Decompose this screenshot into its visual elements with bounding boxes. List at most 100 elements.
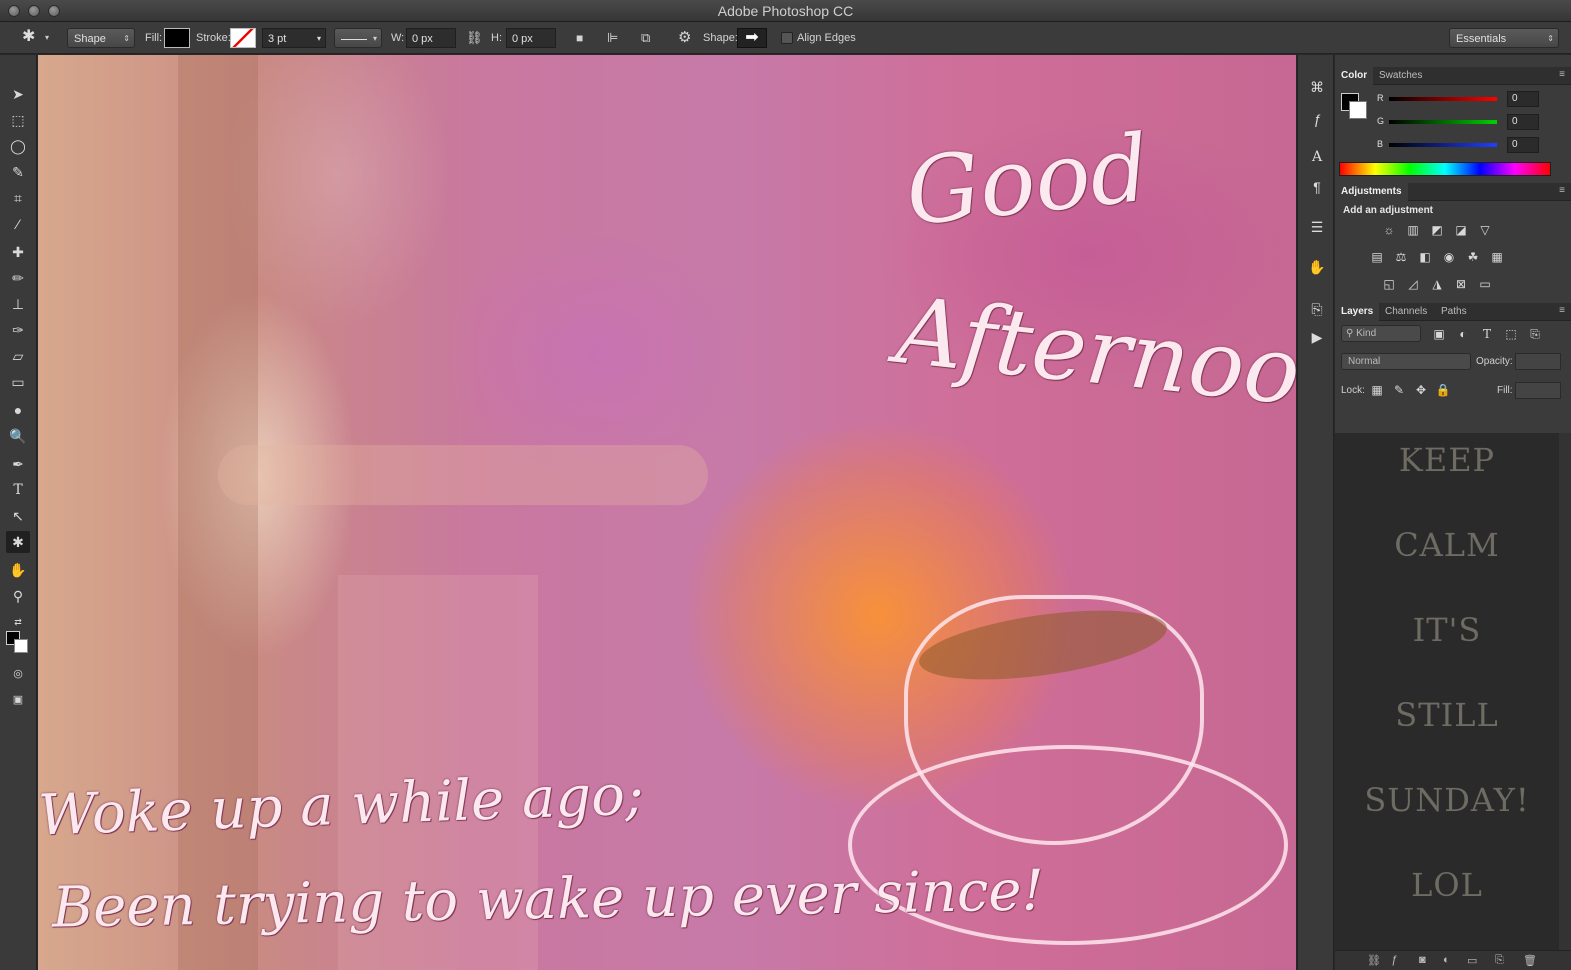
blend-mode-select[interactable]: Normal	[1341, 353, 1471, 370]
photo-filter-icon[interactable]: ◉	[1441, 250, 1457, 264]
width-field[interactable]: 0 px	[406, 28, 456, 48]
add-mask-icon[interactable]: ◙	[1419, 954, 1426, 966]
hand-tool-icon[interactable]: ✋	[6, 559, 30, 581]
blue-value-field[interactable]: 0	[1507, 137, 1539, 153]
clone-stamp-tool-icon[interactable]: ⊥	[6, 293, 30, 315]
selective-color-icon[interactable]: ⊠	[1453, 277, 1469, 291]
history-panel-icon[interactable]: ⌘	[1306, 77, 1328, 97]
posterize-icon[interactable]: ◿	[1405, 277, 1421, 291]
fill-field[interactable]	[1515, 382, 1561, 399]
fx-styles-icon[interactable]: ƒ	[1306, 109, 1328, 129]
actions-play-icon[interactable]: ▶	[1306, 327, 1328, 347]
opacity-field[interactable]	[1515, 353, 1561, 370]
pen-tool-icon[interactable]: ✒	[6, 453, 30, 475]
type-tool-icon[interactable]: T	[6, 479, 30, 501]
channel-mixer-icon[interactable]: ☘	[1465, 250, 1481, 264]
fill-swatch[interactable]	[164, 28, 190, 48]
new-adjustment-icon[interactable]: ◐	[1443, 954, 1450, 966]
background-color-swatch[interactable]	[14, 639, 28, 653]
tab-paths[interactable]: Paths	[1435, 303, 1473, 321]
exposure-icon[interactable]: ◪	[1453, 223, 1469, 237]
quick-select-tool-icon[interactable]: ✎	[6, 161, 30, 183]
layers-list[interactable]: KEEP CALM IT'S STILL SUNDAY! LOL	[1335, 433, 1559, 950]
tab-layers[interactable]: Layers	[1335, 303, 1380, 321]
blue-slider[interactable]	[1389, 143, 1497, 147]
green-slider[interactable]	[1389, 120, 1497, 124]
color-lookup-icon[interactable]: ▦	[1489, 250, 1505, 264]
brightness-contrast-icon[interactable]: ☼	[1381, 223, 1397, 237]
align-edges-checkbox[interactable]	[781, 32, 793, 44]
healing-brush-tool-icon[interactable]: ✚	[6, 241, 30, 263]
invert-icon[interactable]: ◱	[1381, 277, 1397, 291]
eraser-tool-icon[interactable]: ▱	[6, 345, 30, 367]
eyedropper-tool-icon[interactable]: ⁄	[6, 213, 30, 235]
levels-icon[interactable]: ▥	[1405, 223, 1421, 237]
fx-icon[interactable]: ƒ	[1391, 954, 1397, 966]
clone-source-icon[interactable]: ⎘	[1306, 299, 1328, 319]
blur-tool-icon[interactable]: ●	[6, 399, 30, 421]
screen-mode-icon[interactable]: ▣	[6, 689, 30, 711]
gear-icon[interactable]: ⚙	[678, 28, 691, 48]
move-tool-icon[interactable]: ➤	[6, 83, 30, 105]
lock-position-icon[interactable]: ✥	[1413, 383, 1429, 397]
new-group-icon[interactable]: ▭	[1467, 954, 1477, 967]
paragraph-panel-icon[interactable]: ¶	[1306, 177, 1328, 197]
stroke-type-select[interactable]: ▾	[334, 28, 382, 48]
layers-scrollbar[interactable]	[1559, 433, 1571, 950]
lock-transparent-icon[interactable]: ▦	[1369, 383, 1385, 397]
hue-saturation-icon[interactable]: ▤	[1369, 250, 1385, 264]
zoom-tool-icon[interactable]: ⚲	[6, 585, 30, 607]
path-arrangement-icon[interactable]: ⧉	[641, 28, 650, 48]
filter-pixel-icon[interactable]: ▣	[1431, 327, 1447, 341]
red-slider[interactable]	[1389, 97, 1497, 101]
gradient-map-icon[interactable]: ▭	[1477, 277, 1493, 291]
panel-menu-icon[interactable]: ≡	[1559, 305, 1565, 316]
color-spectrum-bar[interactable]	[1339, 162, 1551, 176]
new-layer-icon[interactable]: ⎘	[1495, 954, 1504, 967]
filter-smart-object-icon[interactable]: ⎘	[1527, 327, 1543, 341]
green-value-field[interactable]: 0	[1507, 114, 1539, 130]
gradient-tool-icon[interactable]: ▭	[6, 371, 30, 393]
panel-menu-icon[interactable]: ≡	[1559, 69, 1565, 80]
panel-menu-icon[interactable]: ≡	[1559, 185, 1565, 196]
tab-swatches[interactable]: Swatches	[1373, 67, 1428, 85]
quick-mask-icon[interactable]: ◎	[6, 663, 30, 685]
custom-shape-tool-icon[interactable]: ✱	[6, 531, 30, 553]
color-background-swatch[interactable]	[1349, 101, 1367, 119]
curves-icon[interactable]: ◩	[1429, 223, 1445, 237]
character-panel-icon[interactable]: A	[1306, 147, 1328, 167]
tool-presets-icon[interactable]: ✋	[1306, 257, 1328, 277]
tab-adjustments[interactable]: Adjustments	[1335, 183, 1408, 201]
color-balance-icon[interactable]: ⚖	[1393, 250, 1409, 264]
default-colors-icon[interactable]: ⇄	[6, 611, 30, 633]
tool-mode-select[interactable]: Shape ⇕	[67, 28, 135, 48]
link-layers-icon[interactable]: ⛓	[1367, 954, 1381, 967]
stroke-swatch[interactable]	[230, 28, 256, 48]
custom-shape-preset-icon[interactable]: ✱	[22, 28, 35, 48]
shape-picker-arrow-icon[interactable]: ➡	[737, 28, 767, 48]
path-selection-tool-icon[interactable]: ↖	[6, 505, 30, 527]
path-operations-icon[interactable]: ■	[576, 28, 583, 48]
layer-filter-select[interactable]: ⚲ Kind	[1341, 325, 1421, 342]
dodge-tool-icon[interactable]: 🔍	[6, 425, 30, 447]
lock-image-icon[interactable]: ✎	[1391, 383, 1407, 397]
properties-panel-icon[interactable]: ☰	[1306, 217, 1328, 237]
history-brush-tool-icon[interactable]: ✑	[6, 319, 30, 341]
filter-shape-icon[interactable]: ⬚	[1503, 327, 1519, 341]
threshold-icon[interactable]: ◮	[1429, 277, 1445, 291]
tab-color[interactable]: Color	[1335, 67, 1374, 85]
tab-channels[interactable]: Channels	[1379, 303, 1433, 321]
trash-icon[interactable]: 🗑	[1523, 954, 1537, 967]
link-icon[interactable]: ⛓	[466, 28, 483, 48]
filter-adjustment-icon[interactable]: ◐	[1455, 327, 1471, 341]
brush-tool-icon[interactable]: ✏	[6, 267, 30, 289]
workspace-select[interactable]: Essentials ⇕	[1449, 28, 1559, 48]
path-alignment-icon[interactable]: ⊫	[607, 28, 618, 48]
red-value-field[interactable]: 0	[1507, 91, 1539, 107]
tool-preset-dropdown-icon[interactable]: ▾	[45, 28, 49, 48]
vibrance-icon[interactable]: ▽	[1477, 223, 1493, 237]
height-field[interactable]: 0 px	[506, 28, 556, 48]
crop-tool-icon[interactable]: ⌗	[6, 187, 30, 209]
black-white-icon[interactable]: ◧	[1417, 250, 1433, 264]
document-canvas[interactable]: Good Afternoon! Woke up a while ago; Bee…	[38, 55, 1296, 970]
